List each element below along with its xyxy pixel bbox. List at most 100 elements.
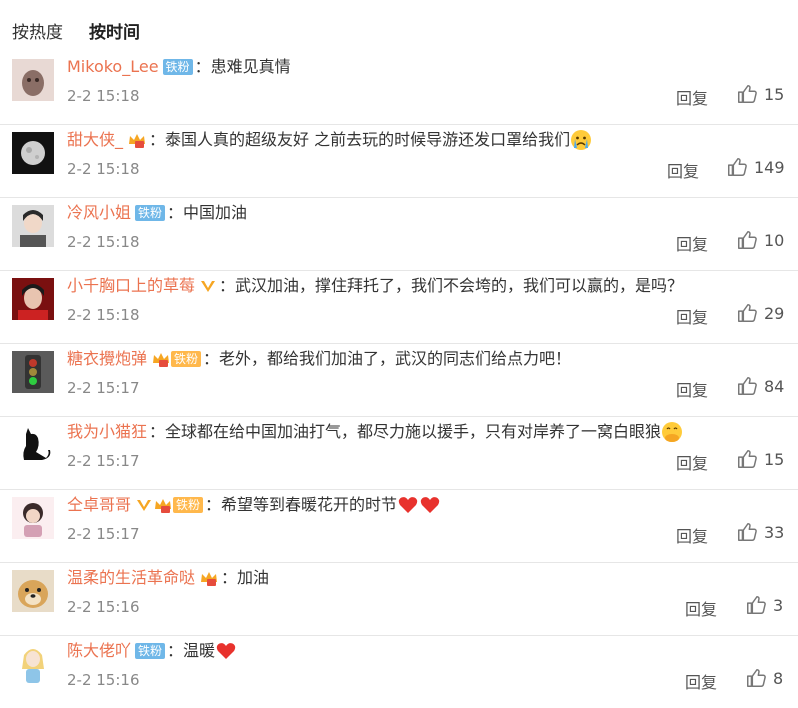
username[interactable]: 甜大侠_: [67, 129, 123, 151]
crown-icon: [129, 134, 146, 148]
comment-time: 2-2 15:18: [67, 306, 140, 324]
avatar[interactable]: [12, 205, 54, 247]
comment-time: 2-2 15:18: [67, 160, 140, 178]
vip-badge: 铁粉: [135, 497, 204, 513]
like-button[interactable]: 15: [736, 448, 784, 470]
vip-badge: [199, 570, 219, 586]
avatar[interactable]: [12, 132, 54, 174]
comment-text: 中国加油: [183, 203, 248, 222]
like-button[interactable]: 33: [736, 521, 784, 543]
like-count: 15: [764, 449, 785, 469]
reply-button[interactable]: 回复: [667, 158, 699, 182]
reply-button[interactable]: 回复: [676, 523, 708, 547]
heart-icon: [216, 643, 236, 659]
comment-text: 全球都在给中国加油打气，都尽力施以援手，只有对岸养了一窝白眼狼: [165, 422, 662, 441]
comment-item: 冷风小姐 铁粉 ： 中国加油 2-2 15:18 回复 10: [0, 198, 798, 271]
reply-button[interactable]: 回复: [676, 450, 708, 474]
comment-time: 2-2 15:17: [67, 379, 140, 397]
like-button[interactable]: 15: [736, 83, 784, 105]
avatar[interactable]: [12, 351, 54, 393]
comment-text: 泰国人真的超级友好 之前去玩的时候导游还发口罩给我们: [165, 130, 571, 149]
fan-badge-label: 铁粉: [135, 205, 166, 221]
fan-badge: 铁粉: [135, 205, 166, 221]
like-count: 3: [773, 595, 784, 615]
like-count: 10: [764, 230, 785, 250]
username[interactable]: 仝卓哥哥: [67, 494, 131, 516]
crown-icon: [153, 353, 170, 367]
comment-text: 温暖: [183, 641, 216, 660]
like-count: 84: [764, 376, 785, 396]
reply-button[interactable]: 回复: [685, 669, 717, 693]
thumbs-up-icon: [747, 596, 766, 614]
avatar-image: [12, 205, 54, 247]
grinning-hands-emoji-icon: [662, 422, 683, 442]
avatar[interactable]: [12, 278, 54, 320]
comment-text: 武汉加油，撑住拜托了，我们不会垮的，我们可以赢的，是吗？: [235, 276, 684, 295]
username[interactable]: 冷风小姐: [67, 202, 131, 224]
reply-button[interactable]: 回复: [676, 377, 708, 401]
comment-text: 老外，都给我们加油了，武汉的同志们给点力吧！: [219, 349, 572, 368]
username[interactable]: Mikoko_Lee: [67, 56, 159, 78]
like-button[interactable]: 8: [745, 667, 783, 689]
avatar[interactable]: [12, 59, 54, 101]
colon: ：: [167, 203, 184, 222]
like-button[interactable]: 149: [726, 156, 785, 178]
reply-button[interactable]: 回复: [676, 85, 708, 109]
thumbs-up-icon: [738, 523, 757, 541]
fan-badge-label: 铁粉: [171, 351, 202, 367]
comment-time: 2-2 15:18: [67, 233, 140, 251]
heart-icon: [420, 497, 440, 513]
thumbs-up-icon: [738, 377, 757, 395]
comment-item: 小千胸口上的草莓 ： 武汉加油，撑住拜托了，我们不会垮的，我们可以赢的，是吗？ …: [0, 271, 798, 344]
avatar-image: [12, 59, 54, 101]
username[interactable]: 陈大佬吖: [67, 640, 131, 662]
thumbs-up-icon: [738, 231, 757, 249]
like-count: 29: [764, 303, 785, 323]
avatar-image: [12, 351, 54, 393]
avatar[interactable]: [12, 570, 54, 612]
fan-badge: 铁粉: [162, 59, 193, 75]
username[interactable]: 温柔的生活革命哒: [67, 567, 195, 589]
tab-by-time[interactable]: 按时间: [89, 18, 140, 43]
comment-item: 仝卓哥哥 铁粉 ： 希望等到春暖花开的时节 2-2 15:17 回复 33: [0, 490, 798, 563]
avatar-image: [12, 570, 54, 612]
avatar-image: [12, 497, 54, 539]
username[interactable]: 糖衣攪炮弹: [67, 348, 147, 370]
crown-icon: [155, 499, 172, 513]
crying-emoji-icon: [571, 130, 592, 150]
comment-list: Mikoko_Lee 铁粉 ： 患难见真情 2-2 15:18 回复 15 甜大…: [0, 52, 798, 708]
avatar-image: [12, 424, 54, 466]
vip-badge: [199, 278, 217, 294]
like-button[interactable]: 84: [736, 375, 784, 397]
colon: ：: [203, 349, 220, 368]
like-button[interactable]: 3: [745, 594, 783, 616]
comment-item: 糖衣攪炮弹 铁粉 ： 老外，都给我们加油了，武汉的同志们给点力吧！ 2-2 15…: [0, 344, 798, 417]
username[interactable]: 小千胸口上的草莓: [67, 275, 195, 297]
verified-v-icon: [137, 500, 152, 511]
fan-badge: 铁粉: [135, 643, 166, 659]
fan-badge-label: 铁粉: [162, 59, 193, 75]
avatar[interactable]: [12, 643, 54, 685]
tab-by-popularity[interactable]: 按热度: [12, 18, 63, 43]
comment-text: 希望等到春暖花开的时节: [221, 495, 398, 514]
like-button[interactable]: 10: [736, 229, 784, 251]
avatar-image: [12, 132, 54, 174]
like-button[interactable]: 29: [736, 302, 784, 324]
sort-tabs: 按热度 按时间: [0, 0, 798, 52]
avatar[interactable]: [12, 424, 54, 466]
colon: ：: [194, 57, 211, 76]
reply-button[interactable]: 回复: [676, 231, 708, 255]
reply-button[interactable]: 回复: [685, 596, 717, 620]
thumbs-up-icon: [738, 85, 757, 103]
username[interactable]: 我为小猫狂: [67, 421, 147, 443]
like-count: 33: [764, 522, 785, 542]
colon: ：: [219, 276, 236, 295]
fan-badge-label: 铁粉: [135, 643, 166, 659]
vip-badge: 铁粉: [151, 351, 202, 367]
comment-item: 我为小猫狂 ： 全球都在给中国加油打气，都尽力施以援手，只有对岸养了一窝白眼狼 …: [0, 417, 798, 490]
colon: ：: [205, 495, 222, 514]
thumbs-up-icon: [738, 450, 757, 468]
avatar[interactable]: [12, 497, 54, 539]
comment-item: 甜大侠_ ： 泰国人真的超级友好 之前去玩的时候导游还发口罩给我们 2-2 15…: [0, 125, 798, 198]
reply-button[interactable]: 回复: [676, 304, 708, 328]
